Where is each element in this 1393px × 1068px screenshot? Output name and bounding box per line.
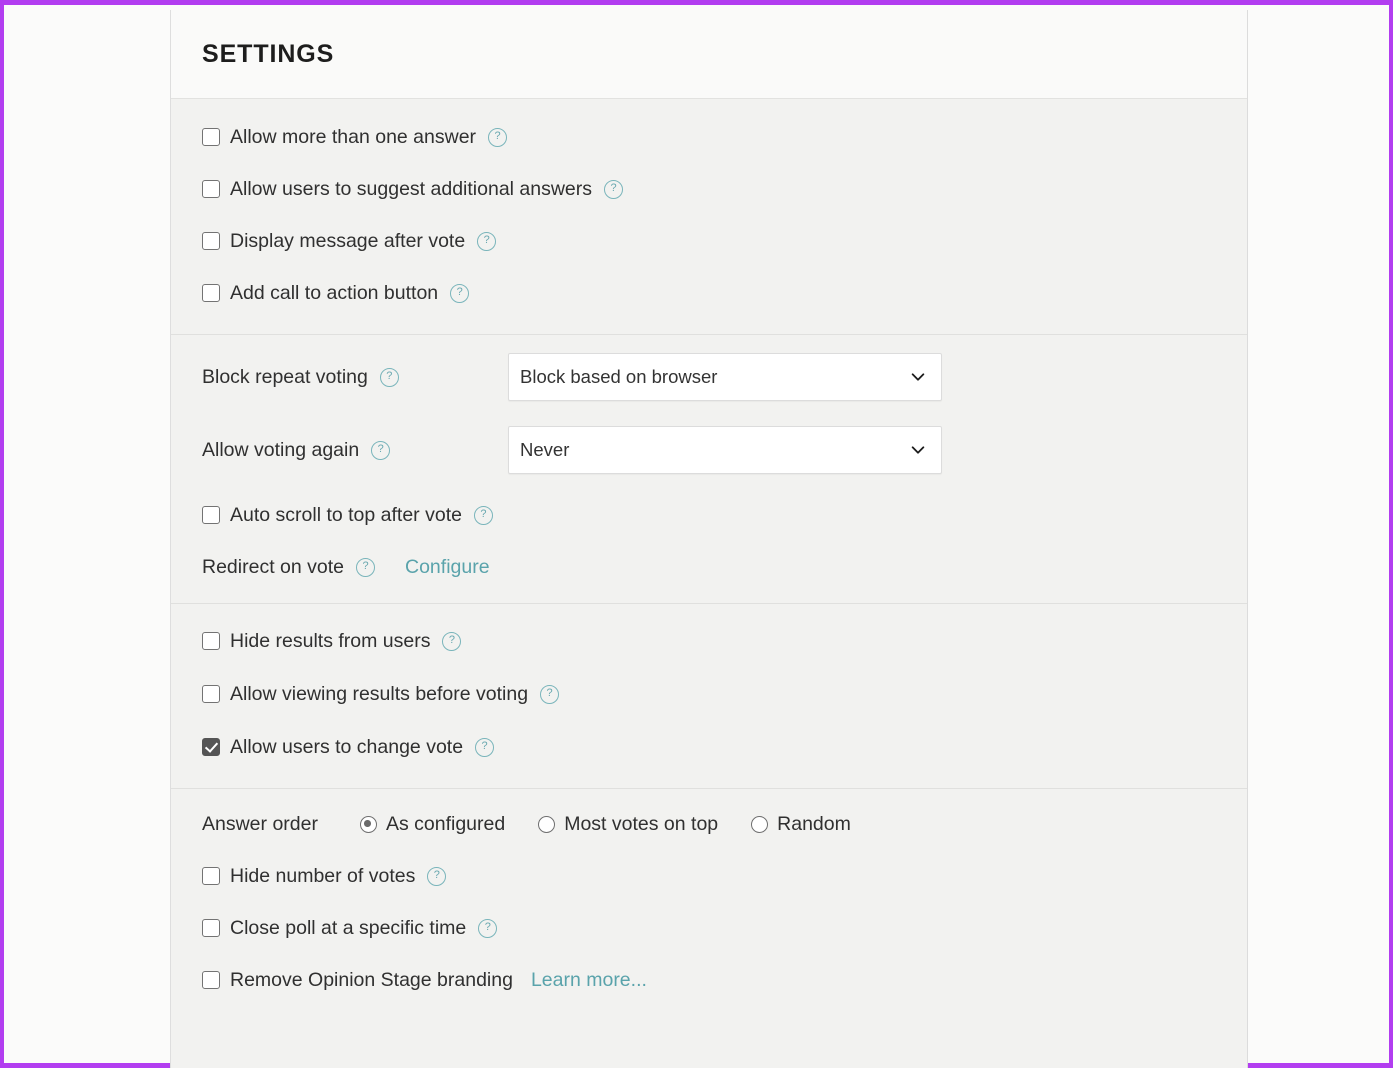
setting-block-repeat-voting: Block repeat voting ? Block based on bro… xyxy=(202,353,1216,401)
chevron-down-icon xyxy=(911,446,925,454)
panel-header: SETTINGS xyxy=(171,10,1247,99)
settings-panel: SETTINGS Allow more than one answer ? Al… xyxy=(170,10,1248,1068)
setting-label: Allow users to change vote xyxy=(230,735,464,758)
setting-label: Auto scroll to top after vote xyxy=(230,503,462,526)
checkbox-allow-viewing-results-before-voting[interactable] xyxy=(202,685,220,703)
checkbox-allow-users-to-change-vote[interactable] xyxy=(202,738,220,756)
setting-label: Display message after vote xyxy=(230,229,466,252)
select-allow-voting-again[interactable]: Never xyxy=(508,426,942,474)
checkbox-allow-more-than-one-answer[interactable] xyxy=(202,128,220,146)
help-icon[interactable]: ? xyxy=(475,737,495,757)
setting-answer-order: Answer order As configured Most votes on… xyxy=(202,808,1216,840)
help-icon[interactable]: ? xyxy=(478,918,498,938)
page-title: SETTINGS xyxy=(202,39,335,68)
checkbox-add-call-to-action-button[interactable] xyxy=(202,284,220,302)
radio-as-configured[interactable] xyxy=(359,815,377,833)
help-icon[interactable]: ? xyxy=(450,283,470,303)
radio-option-as-configured[interactable]: As configured xyxy=(359,812,506,836)
section-answer-options: Allow more than one answer ? Allow users… xyxy=(171,99,1247,334)
checkbox-remove-opinion-stage-branding[interactable] xyxy=(202,971,220,989)
setting-add-call-to-action-button[interactable]: Add call to action button ? xyxy=(202,277,1216,309)
checkbox-hide-results-from-users[interactable] xyxy=(202,632,220,650)
setting-label: Redirect on vote xyxy=(202,555,344,578)
help-icon[interactable]: ? xyxy=(604,179,624,199)
allow-voting-again-label-group: Allow voting again ? xyxy=(202,439,508,462)
help-icon[interactable]: ? xyxy=(371,440,391,460)
radio-most-votes-on-top[interactable] xyxy=(538,815,556,833)
setting-label: Block repeat voting xyxy=(202,365,368,388)
setting-allow-users-to-suggest-additional-answers[interactable]: Allow users to suggest additional answer… xyxy=(202,173,1216,205)
checkbox-auto-scroll-to-top-after-vote[interactable] xyxy=(202,506,220,524)
setting-auto-scroll-to-top-after-vote[interactable]: Auto scroll to top after vote ? xyxy=(202,499,1216,531)
setting-label: Hide number of votes xyxy=(230,864,416,887)
answer-order-label: Answer order xyxy=(202,812,318,835)
select-value: Block based on browser xyxy=(520,366,718,387)
help-icon[interactable]: ? xyxy=(356,557,375,577)
setting-label: Close poll at a specific time xyxy=(230,916,467,939)
help-icon[interactable]: ? xyxy=(488,127,508,147)
setting-close-poll-at-a-specific-time[interactable]: Close poll at a specific time ? xyxy=(202,912,1216,944)
setting-label: Hide results from users xyxy=(230,629,431,652)
setting-label: Allow viewing results before voting xyxy=(230,682,529,705)
setting-allow-users-to-change-vote[interactable]: Allow users to change vote ? xyxy=(202,731,1216,763)
help-icon[interactable]: ? xyxy=(473,505,493,525)
help-icon[interactable]: ? xyxy=(379,367,399,387)
setting-allow-voting-again: Allow voting again ? Never xyxy=(202,426,1216,474)
learn-more-link[interactable]: Learn more... xyxy=(531,969,647,992)
checkbox-hide-number-of-votes[interactable] xyxy=(202,867,220,885)
select-block-repeat-voting[interactable]: Block based on browser xyxy=(508,353,942,401)
configure-link[interactable]: Configure xyxy=(405,556,490,579)
setting-redirect-on-vote: Redirect on vote ? Configure xyxy=(202,551,1216,583)
radio-label: Most votes on top xyxy=(564,812,719,835)
radio-random[interactable] xyxy=(751,815,769,833)
setting-label: Add call to action button xyxy=(230,281,439,304)
help-icon[interactable]: ? xyxy=(540,684,560,704)
checkbox-allow-users-to-suggest-additional-answers[interactable] xyxy=(202,180,220,198)
select-value: Never xyxy=(520,439,570,460)
section-voting: Block repeat voting ? Block based on bro… xyxy=(171,334,1247,603)
setting-allow-viewing-results-before-voting[interactable]: Allow viewing results before voting ? xyxy=(202,678,1216,710)
help-icon[interactable]: ? xyxy=(477,231,497,251)
setting-hide-results-from-users[interactable]: Hide results from users ? xyxy=(202,625,1216,657)
chevron-down-icon xyxy=(911,373,925,381)
section-display-options: Answer order As configured Most votes on… xyxy=(171,788,1247,1016)
radio-option-most-votes-on-top[interactable]: Most votes on top xyxy=(538,813,718,836)
purple-capture-frame: SETTINGS Allow more than one answer ? Al… xyxy=(0,0,1393,1068)
checkbox-close-poll-at-a-specific-time[interactable] xyxy=(202,919,220,937)
radio-label: As configured xyxy=(385,812,506,835)
radio-label: Random xyxy=(777,812,851,835)
setting-label: Allow voting again xyxy=(202,438,360,461)
radio-option-random[interactable]: Random xyxy=(751,813,851,836)
setting-remove-opinion-stage-branding[interactable]: Remove Opinion Stage branding Learn more… xyxy=(202,964,1216,996)
setting-hide-number-of-votes[interactable]: Hide number of votes ? xyxy=(202,860,1216,892)
setting-label: Allow more than one answer xyxy=(230,125,477,148)
setting-label: Remove Opinion Stage branding xyxy=(230,968,513,991)
help-icon[interactable]: ? xyxy=(427,866,447,886)
checkbox-display-message-after-vote[interactable] xyxy=(202,232,220,250)
setting-display-message-after-vote[interactable]: Display message after vote ? xyxy=(202,225,1216,257)
help-icon[interactable]: ? xyxy=(442,631,462,651)
setting-allow-more-than-one-answer[interactable]: Allow more than one answer ? xyxy=(202,121,1216,153)
block-repeat-voting-label-group: Block repeat voting ? xyxy=(202,366,508,389)
setting-label: Allow users to suggest additional answer… xyxy=(230,177,593,200)
answer-order-radio-group: As configured Most votes on top Random xyxy=(359,812,851,836)
section-results: Hide results from users ? Allow viewing … xyxy=(171,603,1247,788)
